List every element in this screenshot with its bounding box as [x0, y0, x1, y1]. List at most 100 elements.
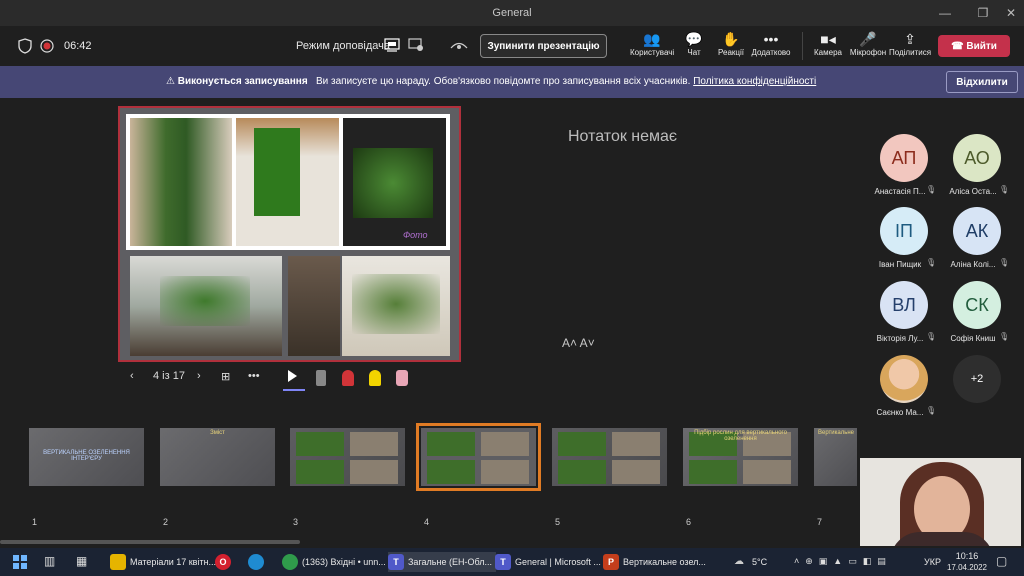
minimize-button[interactable]: —	[930, 4, 960, 22]
camera-button[interactable]: ■◂ Камера	[806, 30, 850, 57]
slide-watermark: Фото	[403, 230, 428, 240]
clock-time[interactable]: 10:16	[952, 551, 982, 561]
participant-avatar[interactable]	[880, 355, 928, 403]
more-options-icon[interactable]: •••	[248, 370, 260, 382]
taskbar-app[interactable]: T General | Microsoft ...	[495, 552, 601, 572]
slide-thumbnail[interactable]	[552, 428, 667, 486]
powerpoint-icon: P	[603, 554, 619, 570]
slide-thumbnail[interactable]: Зміст	[160, 428, 275, 486]
taskbar-app-label: Матеріали 17 квітн...	[130, 557, 217, 567]
participant-avatar[interactable]: АО	[953, 134, 1001, 182]
share-button[interactable]: ⇪ Поділитися	[888, 30, 932, 57]
stop-presenting-button[interactable]: Зупинити презентацію	[480, 34, 607, 58]
microphone-label: Мікрофон	[849, 48, 887, 57]
slide-thumbnail[interactable]	[416, 423, 541, 491]
prev-slide-button[interactable]: ‹	[130, 370, 134, 382]
self-video	[860, 458, 1021, 546]
weather-icon: ☁	[734, 556, 744, 567]
slide-thumbnail[interactable]: Підбір рослин для вертикального озеленен…	[683, 428, 798, 486]
notifications-icon[interactable]: ▢	[996, 554, 1007, 568]
warning-icon: ⚠	[166, 76, 175, 87]
laser-pointer-icon[interactable]	[316, 370, 326, 386]
more-label: Додатково	[751, 48, 791, 57]
chrome-icon	[282, 554, 298, 570]
eye-icon[interactable]	[450, 39, 468, 51]
microphone-button[interactable]: 🎤 Мікрофон	[846, 30, 890, 57]
privacy-policy-link[interactable]: Політика конфіденційності	[693, 76, 816, 87]
share-icon: ⇪	[904, 31, 916, 47]
thumbnail-scrollbar[interactable]	[0, 540, 300, 544]
slide-counter: 4 із 17	[153, 370, 185, 382]
slide-thumbnail-number: 3	[293, 517, 299, 527]
participant-avatar[interactable]: ВЛ	[880, 281, 928, 329]
slide-thumbnail[interactable]	[290, 428, 405, 486]
more-icon: •••	[763, 31, 779, 47]
thumbnail-photo	[558, 460, 606, 484]
chat-label: Чат	[687, 48, 701, 57]
eraser-icon[interactable]	[396, 370, 408, 386]
participant-avatar[interactable]: СК	[953, 281, 1001, 329]
meeting-toolbar: 06:42 Режим доповідача Зупинити презента…	[0, 26, 1024, 66]
notes-empty-text: Нотаток немає	[568, 128, 678, 145]
teams-icon: T	[388, 554, 404, 570]
folder-icon	[110, 554, 126, 570]
green-wall-photo	[130, 118, 232, 246]
slide-thumbnail-number: 6	[686, 517, 692, 527]
thumbnail-photo	[612, 460, 660, 484]
calculator-icon[interactable]: ▦	[76, 554, 87, 568]
dismiss-button[interactable]: Відхилити	[946, 71, 1018, 93]
opera-icon: O	[215, 554, 231, 570]
recording-text: Ви записуєте цю нараду. Обов'язково пові…	[316, 76, 691, 87]
more-participants-button[interactable]: +2	[953, 355, 1001, 403]
windows-taskbar: ▥ ▦ Матеріали 17 квітн... O (1363) Вхідні …	[0, 548, 1024, 576]
pointer-icon[interactable]	[288, 370, 297, 382]
thumbnail-photo	[481, 460, 529, 484]
recording-title: Виконується записування	[177, 76, 308, 87]
taskbar-app[interactable]: O	[215, 552, 235, 572]
mic-muted-icon: 🎙	[999, 258, 1010, 267]
edge-icon	[248, 554, 264, 570]
thumbnail-title: Зміст	[210, 430, 225, 436]
leave-button[interactable]: ☎ Вийти	[938, 35, 1010, 57]
participant-avatar[interactable]: АК	[953, 207, 1001, 255]
slide-thumbnail-number: 4	[424, 517, 430, 527]
slide-thumbnail[interactable]: ВЕРТИКАЛЬНЕ ОЗЕЛЕНЕННЯ ІНТЕР'ЄРУ	[29, 428, 144, 486]
thumbnail-photo	[558, 432, 606, 456]
taskbar-app[interactable]: Матеріали 17 квітн...	[110, 552, 216, 572]
presenter-view-icon[interactable]	[384, 38, 400, 52]
taskbar-app[interactable]: T Загальне (ЕН-Обл...	[388, 552, 496, 572]
participant-avatar[interactable]: АП	[880, 134, 928, 182]
font-size-controls[interactable]: A˄ A˅	[562, 336, 595, 350]
highlighter-icon[interactable]	[369, 370, 381, 386]
more-button[interactable]: ••• Додатково	[749, 30, 793, 57]
standout-view-icon[interactable]	[408, 38, 424, 52]
taskbar-app[interactable]: P Вертикальне озел...	[603, 552, 706, 572]
maximize-button[interactable]: ❐	[968, 4, 998, 22]
pointer-selected-indicator	[283, 389, 305, 391]
grid-view-icon[interactable]: ⊞	[221, 370, 230, 383]
taskbar-app[interactable]: (1363) Вхідні • unn...	[282, 552, 386, 572]
participant-avatar[interactable]: ІП	[880, 207, 928, 255]
pen-icon[interactable]	[342, 370, 354, 386]
task-view-icon[interactable]: ▥	[44, 554, 55, 568]
windows-start-icon[interactable]	[13, 555, 27, 569]
next-slide-button[interactable]: ›	[197, 370, 201, 382]
camera-label: Камера	[814, 48, 842, 57]
clock-date[interactable]: 17.04.2022	[945, 563, 989, 572]
thumbnail-photo	[296, 460, 344, 484]
moss-panel-photo	[236, 118, 339, 246]
trellis-plants-photo: Фото	[343, 118, 446, 246]
taskbar-app[interactable]	[248, 552, 268, 572]
tray-icons[interactable]: ˄⊕▣▲▭◧▤	[794, 556, 892, 567]
mic-muted-icon: 🎙	[999, 185, 1010, 194]
weather-temp: 5°C	[752, 557, 768, 567]
taskbar-app-label: Вертикальне озел...	[623, 557, 706, 567]
slide-thumbnail-number: 5	[555, 517, 561, 527]
taskbar-app-label: (1363) Вхідні • unn...	[302, 557, 386, 567]
reactions-button[interactable]: ✋ Реакції	[709, 30, 753, 57]
close-window-button[interactable]: ✕	[996, 4, 1024, 22]
camera-icon: ■◂	[820, 31, 836, 47]
language-indicator[interactable]: УКР	[924, 557, 941, 567]
people-button[interactable]: 👥 Користувачі	[630, 30, 674, 57]
slide-thumbnail[interactable]: Вертикальне	[814, 428, 857, 486]
